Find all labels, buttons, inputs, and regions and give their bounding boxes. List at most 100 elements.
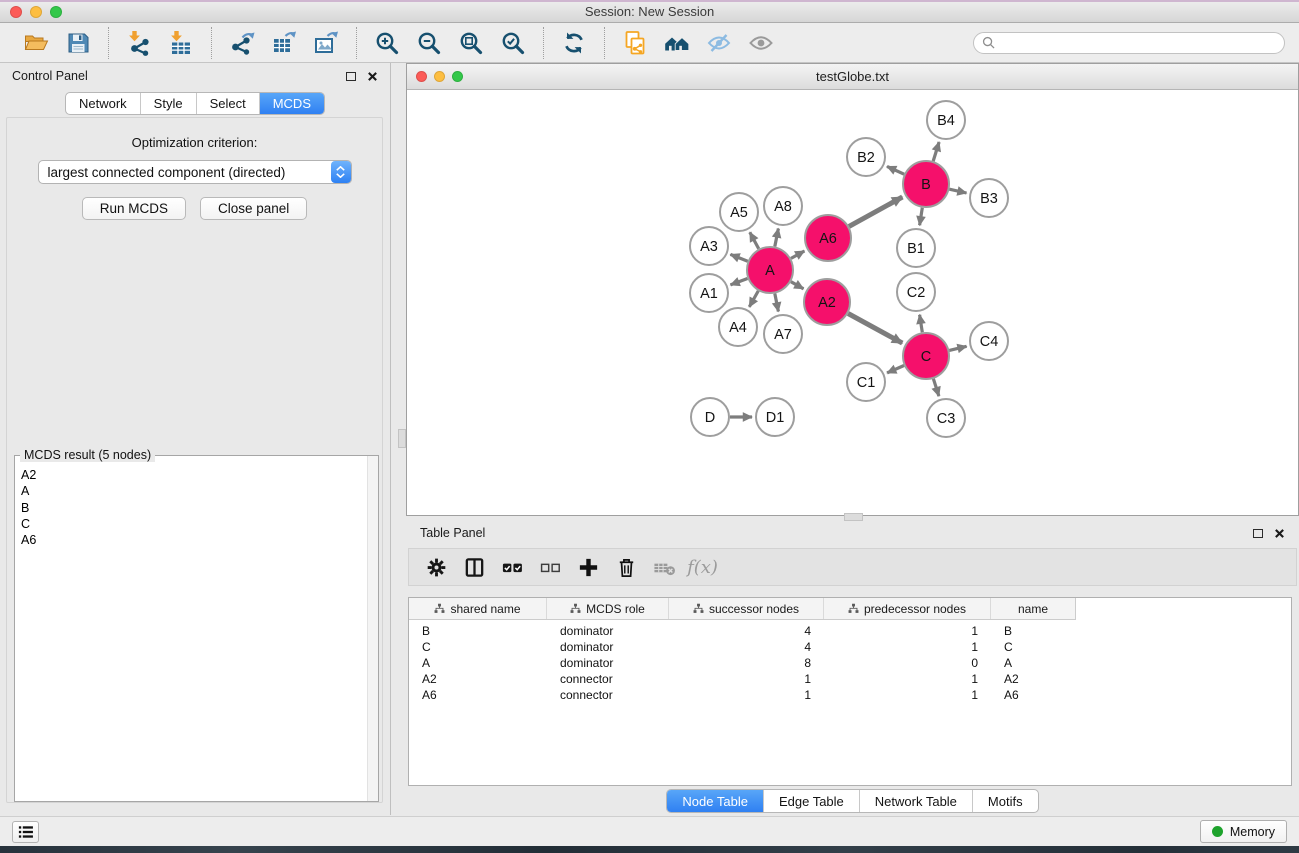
mcds-result-item[interactable]: A6 bbox=[21, 532, 367, 548]
graph-node-D[interactable]: D bbox=[691, 398, 729, 436]
graph-node-A3[interactable]: A3 bbox=[690, 227, 728, 265]
zoom-out-button[interactable] bbox=[413, 28, 445, 58]
graph-edge-A-A3[interactable] bbox=[730, 254, 747, 261]
mcds-result-item[interactable]: A2 bbox=[21, 467, 367, 483]
graph-node-A2[interactable]: A2 bbox=[804, 279, 850, 325]
graph-node-A6[interactable]: A6 bbox=[805, 215, 851, 261]
graph-node-D1[interactable]: D1 bbox=[756, 398, 794, 436]
save-session-button[interactable] bbox=[62, 28, 94, 58]
graph-node-A7[interactable]: A7 bbox=[764, 315, 802, 353]
graph-node-C2[interactable]: C2 bbox=[897, 273, 935, 311]
graph-edge-B-B4[interactable] bbox=[933, 142, 939, 161]
graph-node-C[interactable]: C bbox=[903, 333, 949, 379]
show-panels-button[interactable] bbox=[12, 821, 39, 843]
close-table-panel-icon[interactable] bbox=[1274, 528, 1285, 539]
graph-node-B[interactable]: B bbox=[903, 161, 949, 207]
float-panel-icon[interactable] bbox=[346, 72, 356, 81]
mcds-result-item[interactable]: B bbox=[21, 500, 367, 516]
graph-edge-C-C4[interactable] bbox=[949, 346, 966, 350]
settings-gear-button[interactable] bbox=[419, 551, 454, 583]
hide-selected-button[interactable] bbox=[703, 28, 735, 58]
graph-edge-B-B1[interactable] bbox=[920, 208, 923, 226]
import-table-button[interactable] bbox=[165, 28, 197, 58]
add-column-button[interactable] bbox=[571, 551, 606, 583]
tab-mcds[interactable]: MCDS bbox=[259, 93, 324, 114]
first-neighbors-button[interactable] bbox=[661, 28, 693, 58]
graph-edge-A-A5[interactable] bbox=[750, 232, 759, 249]
select-all-checkboxes-button[interactable] bbox=[495, 551, 530, 583]
network-canvas[interactable]: B4 B2 B B3 A8A5 A6 A3 B1 A A1 C2 A2 A4A7 C4 C C1 D D1 C3 bbox=[407, 89, 1298, 515]
graph-edge-C-C1[interactable] bbox=[887, 366, 904, 373]
mcds-result-item[interactable]: A bbox=[21, 483, 367, 499]
refresh-button[interactable] bbox=[558, 28, 590, 58]
zoom-fit-button[interactable] bbox=[455, 28, 487, 58]
memory-button[interactable]: Memory bbox=[1200, 820, 1287, 843]
graph-node-B3[interactable]: B3 bbox=[970, 179, 1008, 217]
graph-edge-A-A6[interactable] bbox=[791, 251, 804, 258]
new-network-from-selection-button[interactable] bbox=[619, 28, 651, 58]
table-tab-edge-table[interactable]: Edge Table bbox=[763, 790, 859, 812]
panel-splitter-grip-vertical[interactable] bbox=[398, 429, 406, 448]
import-network-button[interactable] bbox=[123, 28, 155, 58]
graph-node-B1[interactable]: B1 bbox=[897, 229, 935, 267]
graph-edge-C-C3[interactable] bbox=[933, 379, 939, 396]
table-row[interactable]: Bdominator41B bbox=[409, 623, 1291, 639]
column-header-shared-name[interactable]: shared name bbox=[409, 598, 547, 619]
column-header-successor-nodes[interactable]: successor nodes bbox=[669, 598, 824, 619]
table-tab-motifs[interactable]: Motifs bbox=[972, 790, 1038, 812]
tab-select[interactable]: Select bbox=[196, 93, 259, 114]
tab-network[interactable]: Network bbox=[66, 93, 140, 114]
graph-node-A5[interactable]: A5 bbox=[720, 193, 758, 231]
graph-edge-A-A8[interactable] bbox=[775, 229, 779, 247]
open-folder-button[interactable] bbox=[20, 28, 52, 58]
graph-edge-B-B2[interactable] bbox=[887, 166, 904, 174]
close-panel-icon[interactable] bbox=[367, 71, 378, 82]
search-box[interactable] bbox=[973, 32, 1285, 54]
optimization-criterion-select[interactable]: largest connected component (directed) bbox=[38, 160, 352, 184]
export-image-button[interactable] bbox=[310, 28, 342, 58]
network-window-titlebar[interactable]: testGlobe.txt bbox=[407, 64, 1298, 90]
graph-node-A8[interactable]: A8 bbox=[764, 187, 802, 225]
run-mcds-button[interactable]: Run MCDS bbox=[82, 197, 186, 220]
graph-node-B2[interactable]: B2 bbox=[847, 138, 885, 176]
column-header-mcds-role[interactable]: MCDS role bbox=[547, 598, 669, 619]
graph-edge-B-B3[interactable] bbox=[949, 189, 966, 193]
table-row[interactable]: Adominator80A bbox=[409, 655, 1291, 671]
graph-edge-A-A2[interactable] bbox=[791, 282, 804, 289]
main-titlebar: Session: New Session bbox=[0, 2, 1299, 23]
zoom-in-button[interactable] bbox=[371, 28, 403, 58]
mcds-result-item[interactable]: C bbox=[21, 516, 367, 532]
result-list-scrollbar[interactable] bbox=[367, 456, 378, 801]
column-header-predecessor-nodes[interactable]: predecessor nodes bbox=[824, 598, 991, 619]
graph-node-A4[interactable]: A4 bbox=[719, 308, 757, 346]
graph-edge-A6-B[interactable] bbox=[849, 197, 902, 226]
delete-column-button[interactable] bbox=[609, 551, 644, 583]
deselect-all-checkboxes-button[interactable] bbox=[533, 551, 568, 583]
tab-style[interactable]: Style bbox=[140, 93, 196, 114]
export-table-button[interactable] bbox=[268, 28, 300, 58]
graph-node-A1[interactable]: A1 bbox=[690, 274, 728, 312]
graph-node-C3[interactable]: C3 bbox=[927, 399, 965, 437]
export-network-button[interactable] bbox=[226, 28, 258, 58]
graph-edge-A-A1[interactable] bbox=[731, 279, 748, 285]
table-tab-node-table[interactable]: Node Table bbox=[667, 790, 763, 812]
graph-node-B4[interactable]: B4 bbox=[927, 101, 965, 139]
float-table-panel-icon[interactable] bbox=[1253, 529, 1263, 538]
graph-edge-C-C2[interactable] bbox=[920, 315, 923, 333]
toggle-panel-button[interactable] bbox=[457, 551, 492, 583]
table-row[interactable]: A6connector11A6 bbox=[409, 687, 1291, 703]
graph-node-A[interactable]: A bbox=[747, 247, 793, 293]
show-all-button[interactable] bbox=[745, 28, 777, 58]
graph-edge-A2-C[interactable] bbox=[848, 314, 902, 344]
close-panel-button[interactable]: Close panel bbox=[200, 197, 307, 220]
column-header-name[interactable]: name bbox=[991, 598, 1075, 619]
table-row[interactable]: A2connector11A2 bbox=[409, 671, 1291, 687]
graph-edge-A-A7[interactable] bbox=[775, 294, 779, 312]
graph-node-C1[interactable]: C1 bbox=[847, 363, 885, 401]
graph-node-C4[interactable]: C4 bbox=[970, 322, 1008, 360]
graph-edge-A-A4[interactable] bbox=[749, 291, 758, 307]
search-input[interactable] bbox=[1000, 35, 1276, 51]
zoom-selected-button[interactable] bbox=[497, 28, 529, 58]
table-tab-network-table[interactable]: Network Table bbox=[859, 790, 972, 812]
table-row[interactable]: Cdominator41C bbox=[409, 639, 1291, 655]
